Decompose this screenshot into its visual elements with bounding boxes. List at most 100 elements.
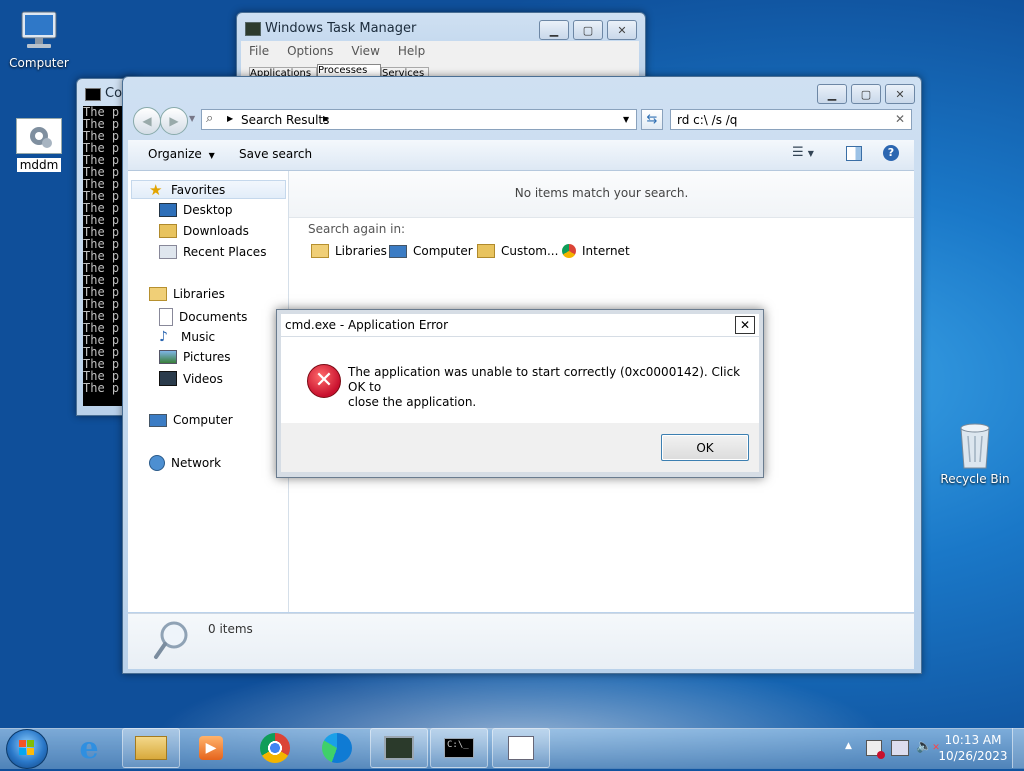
downloads-folder-icon — [159, 224, 177, 238]
search-box[interactable]: rd c:\ /s /q ✕ — [670, 109, 912, 130]
task-manager-window[interactable]: Windows Task Manager ▁ ▢ ✕ File Options … — [236, 12, 646, 84]
desktop-icon-mddm[interactable]: mddm — [2, 118, 76, 172]
maximize-button[interactable]: ▢ — [573, 20, 603, 40]
cmd-icon — [85, 88, 101, 101]
menu-file[interactable]: File — [249, 44, 269, 58]
sidebar-item-music[interactable]: ♪ Music — [159, 329, 215, 345]
organize-button[interactable]: Organize ▼ — [148, 147, 215, 161]
computer-icon — [389, 244, 407, 258]
document-icon — [508, 736, 534, 760]
recycle-bin-icon — [955, 422, 995, 470]
clear-search-icon[interactable]: ✕ — [895, 112, 905, 126]
minimize-button[interactable]: ▁ — [817, 84, 847, 104]
minimize-button[interactable]: ▁ — [539, 20, 569, 40]
chevron-down-icon: ▼ — [208, 151, 215, 160]
clock-date: 10/26/2023 — [938, 749, 1008, 763]
sidebar-item-label: Documents — [179, 310, 248, 324]
sidebar-item-downloads[interactable]: Downloads — [159, 224, 249, 238]
taskbar-task-manager-button[interactable] — [370, 728, 428, 768]
sidebar-item-label: Network — [171, 456, 222, 470]
window-title: Windows Task Manager — [265, 21, 417, 36]
search-in-libraries[interactable]: Libraries — [311, 244, 387, 258]
edge-icon — [322, 733, 352, 763]
taskbar-explorer-button[interactable] — [122, 728, 180, 768]
explorer-icon — [135, 736, 167, 760]
taskbar-chrome-button[interactable] — [246, 728, 304, 768]
sidebar-item-favorites[interactable]: ★ Favorites — [149, 182, 225, 198]
console-line: The p — [83, 381, 120, 395]
search-location-label: Custom... — [501, 244, 559, 258]
menu-view[interactable]: View — [351, 44, 379, 58]
custom-folder-icon — [477, 244, 495, 258]
error-icon: ✕ — [307, 364, 341, 398]
help-button[interactable]: ? — [883, 145, 899, 161]
task-manager-icon — [384, 736, 414, 760]
search-in-internet[interactable]: Internet — [562, 244, 630, 258]
windows-logo-icon — [19, 740, 34, 755]
sidebar-item-label: Music — [181, 330, 216, 344]
back-button[interactable]: ◀ — [133, 107, 161, 135]
sidebar-item-videos[interactable]: Videos — [159, 371, 223, 386]
show-desktop-button[interactable] — [1012, 728, 1024, 768]
search-in-computer[interactable]: Computer — [389, 244, 473, 258]
desktop-icon-computer[interactable]: Computer — [2, 8, 76, 70]
sidebar-item-desktop[interactable]: Desktop — [159, 203, 233, 217]
sidebar-item-libraries[interactable]: Libraries — [149, 287, 225, 301]
save-search-button[interactable]: Save search — [239, 147, 312, 161]
search-location-label: Internet — [582, 244, 630, 258]
search-input[interactable]: rd c:\ /s /q — [677, 113, 737, 127]
start-button[interactable] — [6, 729, 48, 769]
sidebar-item-label: Videos — [183, 371, 223, 386]
item-count: 0 items — [208, 622, 253, 636]
error-dialog[interactable]: cmd.exe - Application Error ✕ ✕ The appl… — [276, 309, 764, 478]
details-pane: 0 items — [128, 613, 914, 669]
taskbar-cmd-button[interactable]: C:\_ — [430, 728, 488, 768]
maximize-button[interactable]: ▢ — [851, 84, 881, 104]
search-location-label: Libraries — [335, 244, 387, 258]
gear-file-icon — [16, 118, 62, 154]
desktop-icon-recycle-bin[interactable]: Recycle Bin — [938, 422, 1012, 486]
ok-button[interactable]: OK — [661, 434, 749, 461]
menu-help[interactable]: Help — [398, 44, 425, 58]
libraries-icon — [311, 244, 329, 258]
taskbar-media-player-button[interactable]: ▶ — [182, 728, 240, 768]
chevron-down-icon: ▼ — [807, 149, 814, 158]
address-dropdown-icon[interactable]: ▼ — [623, 115, 629, 124]
sidebar-item-label: Recent Places — [183, 245, 267, 259]
sidebar-item-computer[interactable]: Computer — [149, 413, 233, 427]
clock[interactable]: 10:13 AM 10/26/2023 — [938, 732, 1008, 764]
show-hidden-icons-button[interactable]: ▲ — [845, 741, 852, 751]
volume-muted-icon[interactable]: 🔈✕ — [916, 739, 940, 754]
view-options-button[interactable]: ☰ ▼ — [792, 145, 814, 160]
sidebar-item-network[interactable]: Network — [149, 455, 221, 471]
refresh-icon: ⇆ — [646, 112, 658, 127]
computer-icon — [16, 8, 62, 54]
refresh-button[interactable]: ⇆ — [641, 109, 663, 130]
close-button[interactable]: ✕ — [607, 20, 637, 40]
address-bar[interactable]: ⌕ ▶ Search Results ▶ ▼ — [201, 109, 637, 130]
error-message-line: close the application. — [348, 395, 477, 409]
menu-options[interactable]: Options — [287, 44, 333, 58]
preview-pane-button[interactable] — [846, 146, 862, 161]
libraries-icon — [149, 287, 167, 301]
close-button[interactable]: ✕ — [735, 316, 755, 334]
sidebar-item-label: Desktop — [183, 203, 233, 217]
taskbar-edge-button[interactable] — [308, 728, 366, 768]
sidebar-item-documents[interactable]: Documents — [159, 308, 247, 326]
search-in-custom[interactable]: Custom... — [477, 244, 558, 258]
taskbar-document-button[interactable] — [492, 728, 550, 768]
search-icon: ⌕ — [206, 111, 214, 126]
computer-icon — [149, 413, 167, 427]
sidebar-item-pictures[interactable]: Pictures — [159, 350, 231, 364]
taskbar-ie-button[interactable]: e — [60, 728, 118, 768]
back-arrow-icon: ◀ — [142, 114, 152, 128]
close-button[interactable]: ✕ — [885, 84, 915, 104]
network-status-icon[interactable] — [891, 740, 909, 756]
sidebar-item-recent-places[interactable]: Recent Places — [159, 245, 266, 259]
history-dropdown-icon[interactable]: ▼ — [189, 114, 195, 123]
chrome-icon — [260, 733, 290, 763]
star-icon: ★ — [149, 181, 163, 199]
command-bar: Organize ▼ Save search ☰ ▼ ? — [128, 140, 914, 171]
action-center-flag-icon[interactable] — [866, 740, 885, 759]
forward-button[interactable]: ▶ — [160, 107, 188, 135]
